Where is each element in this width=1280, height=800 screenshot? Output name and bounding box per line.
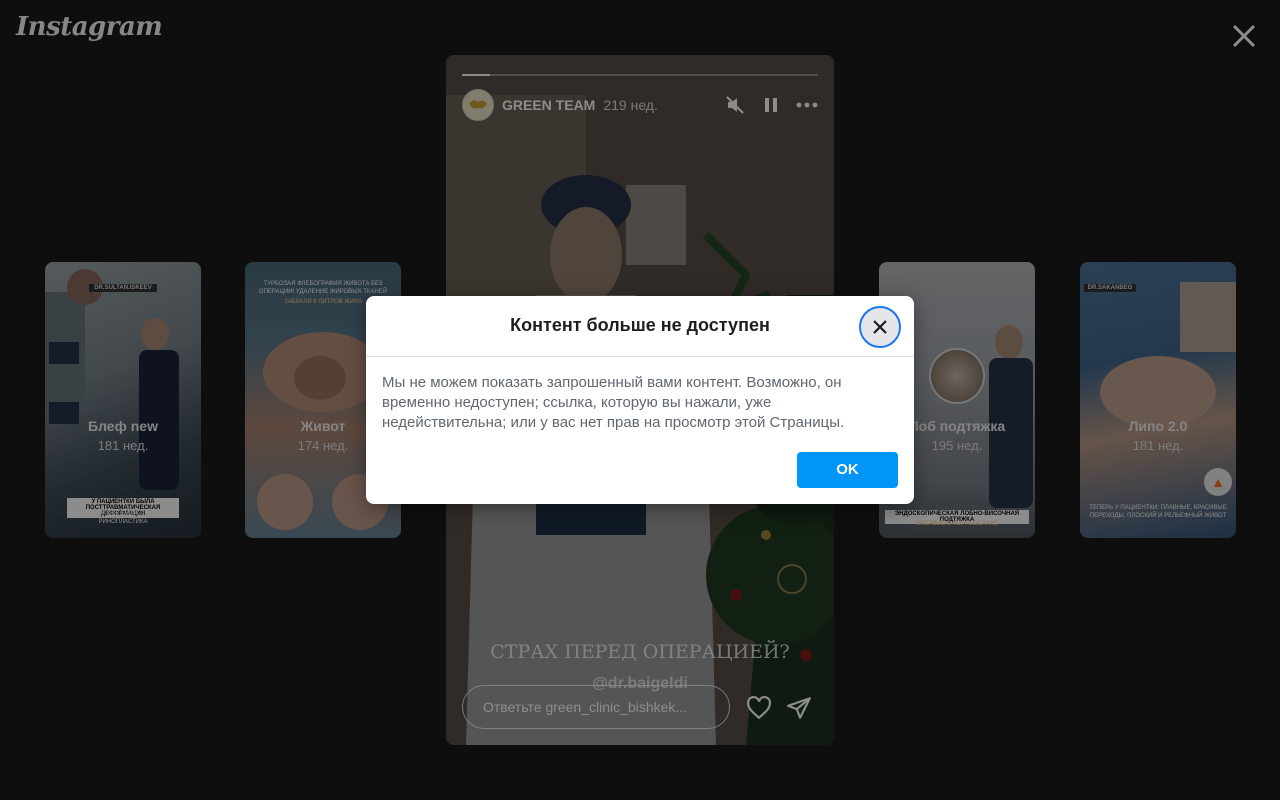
content-unavailable-dialog: Контент больше не доступен Мы не можем п… — [366, 296, 914, 504]
dialog-divider — [366, 356, 914, 357]
ok-button[interactable]: OK — [797, 452, 898, 488]
dialog-message: Мы не можем показать запрошенный вами ко… — [382, 374, 845, 431]
dialog-title: Контент больше не доступен — [510, 315, 770, 335]
dialog-close-button[interactable] — [859, 306, 901, 348]
close-icon — [873, 320, 887, 334]
